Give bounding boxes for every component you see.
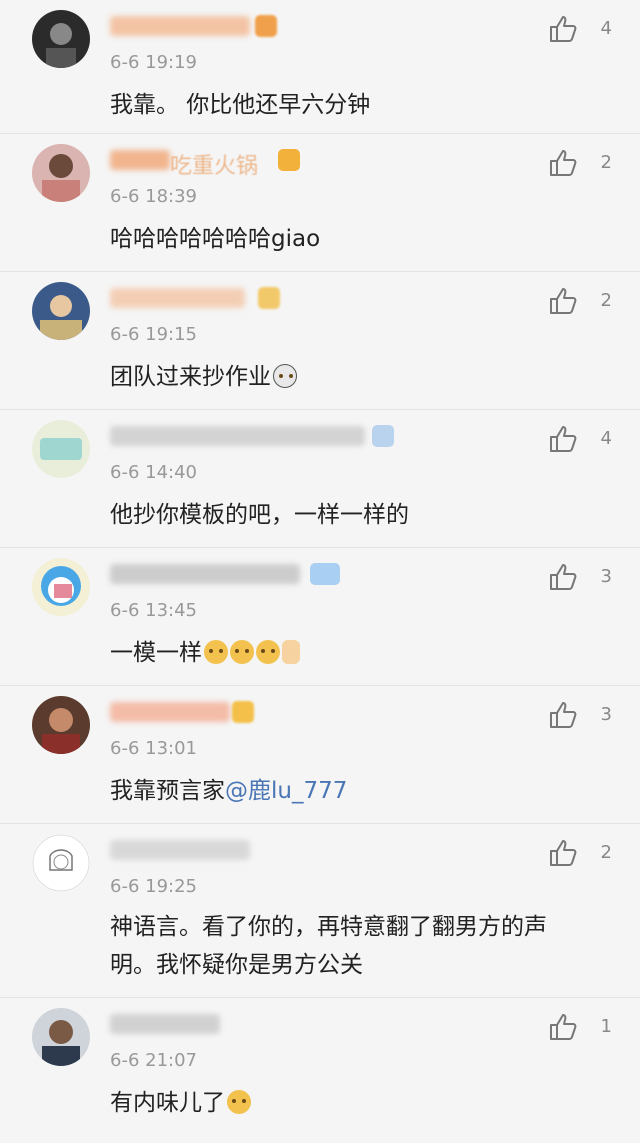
comment-time: 6-6 18:39	[110, 186, 197, 207]
thumbs-up-icon[interactable]	[548, 286, 578, 316]
comment-text-body: 团队过来抄作业	[110, 364, 271, 390]
username[interactable]	[110, 1008, 370, 1040]
thumbs-up-icon[interactable]	[548, 14, 578, 44]
comment-text: 团队过来抄作业	[110, 358, 592, 396]
avatar[interactable]	[32, 10, 90, 68]
username[interactable]	[110, 834, 370, 866]
avatar[interactable]	[32, 144, 90, 202]
comment-text-body: 一模一样	[110, 640, 202, 666]
comment-item: 6-6 19:15 团队过来抄作业 2	[0, 272, 640, 410]
comment-text-body: 有内味儿了	[110, 1090, 225, 1116]
comment-time: 6-6 19:15	[110, 324, 197, 345]
username[interactable]	[110, 420, 394, 452]
avatar[interactable]	[32, 558, 90, 616]
username[interactable]	[110, 696, 370, 728]
comment-text: 一模一样	[110, 634, 592, 672]
avatar[interactable]	[32, 282, 90, 340]
comment-time: 6-6 13:45	[110, 600, 197, 621]
comment-time: 6-6 19:25	[110, 876, 197, 897]
avatar[interactable]	[32, 696, 90, 754]
comment-time: 6-6 14:40	[110, 462, 197, 483]
username[interactable]	[110, 282, 370, 314]
username[interactable]	[110, 10, 370, 42]
like-count: 3	[600, 704, 612, 725]
comment-text: 神语言。看了你的，再特意翻了翻男方的声明。我怀疑你是男方公关	[110, 914, 547, 978]
comment-time: 6-6 19:19	[110, 52, 197, 73]
thumbs-up-icon[interactable]	[548, 700, 578, 730]
comment-list: 6-6 19:19 我靠。 你比他还早六分钟 4 吃重火锅 6-6 18:39 …	[0, 0, 640, 1143]
comment-text-body: 我靠预言家	[110, 778, 225, 804]
like-count: 3	[600, 566, 612, 587]
comment-item: 6-6 13:45 一模一样 3	[0, 548, 640, 686]
doge-emoji-icon	[230, 640, 254, 664]
comment-text: 他抄你模板的吧，一样一样的	[110, 502, 409, 528]
thumbs-up-icon[interactable]	[548, 1012, 578, 1042]
panda-emoji-icon	[273, 364, 297, 388]
thumbs-up-icon[interactable]	[548, 838, 578, 868]
comment-item: 6-6 21:07 有内味儿了 1	[0, 998, 640, 1143]
doge-emoji-icon	[256, 640, 280, 664]
username[interactable]: 吃重火锅	[110, 144, 370, 179]
thumbs-up-emoji-icon	[282, 640, 300, 664]
like-count: 1	[600, 1016, 612, 1037]
comment-text: 哈哈哈哈哈哈哈giao	[110, 226, 321, 252]
comment-text: 我靠预言家@鹿lu_777	[110, 772, 592, 810]
comment-text: 我靠。 你比他还早六分钟	[110, 92, 371, 118]
mention-link[interactable]: @鹿lu_777	[225, 778, 347, 804]
comment-item: 6-6 13:01 我靠预言家@鹿lu_777 3	[0, 686, 640, 824]
thumbs-up-icon[interactable]	[548, 562, 578, 592]
like-count: 2	[600, 290, 612, 311]
comment-time: 6-6 13:01	[110, 738, 197, 759]
avatar[interactable]	[32, 1008, 90, 1066]
doge-emoji-icon	[227, 1090, 251, 1114]
comment-item: 6-6 19:19 我靠。 你比他还早六分钟 4	[0, 0, 640, 134]
avatar[interactable]	[32, 420, 90, 478]
doge-emoji-icon	[204, 640, 228, 664]
thumbs-up-icon[interactable]	[548, 424, 578, 454]
like-count: 2	[600, 152, 612, 173]
like-count: 2	[600, 842, 612, 863]
comment-item: 6-6 14:40 他抄你模板的吧，一样一样的 4	[0, 410, 640, 548]
like-count: 4	[600, 428, 612, 449]
comment-time: 6-6 21:07	[110, 1050, 197, 1071]
like-count: 4	[600, 18, 612, 39]
avatar[interactable]	[32, 834, 90, 892]
comment-item: 6-6 19:25 神语言。看了你的，再特意翻了翻男方的声明。我怀疑你是男方公关…	[0, 824, 640, 998]
comment-text: 有内味儿了	[110, 1084, 592, 1122]
comment-item: 吃重火锅 6-6 18:39 哈哈哈哈哈哈哈giao 2	[0, 134, 640, 272]
thumbs-up-icon[interactable]	[548, 148, 578, 178]
username[interactable]	[110, 558, 370, 590]
